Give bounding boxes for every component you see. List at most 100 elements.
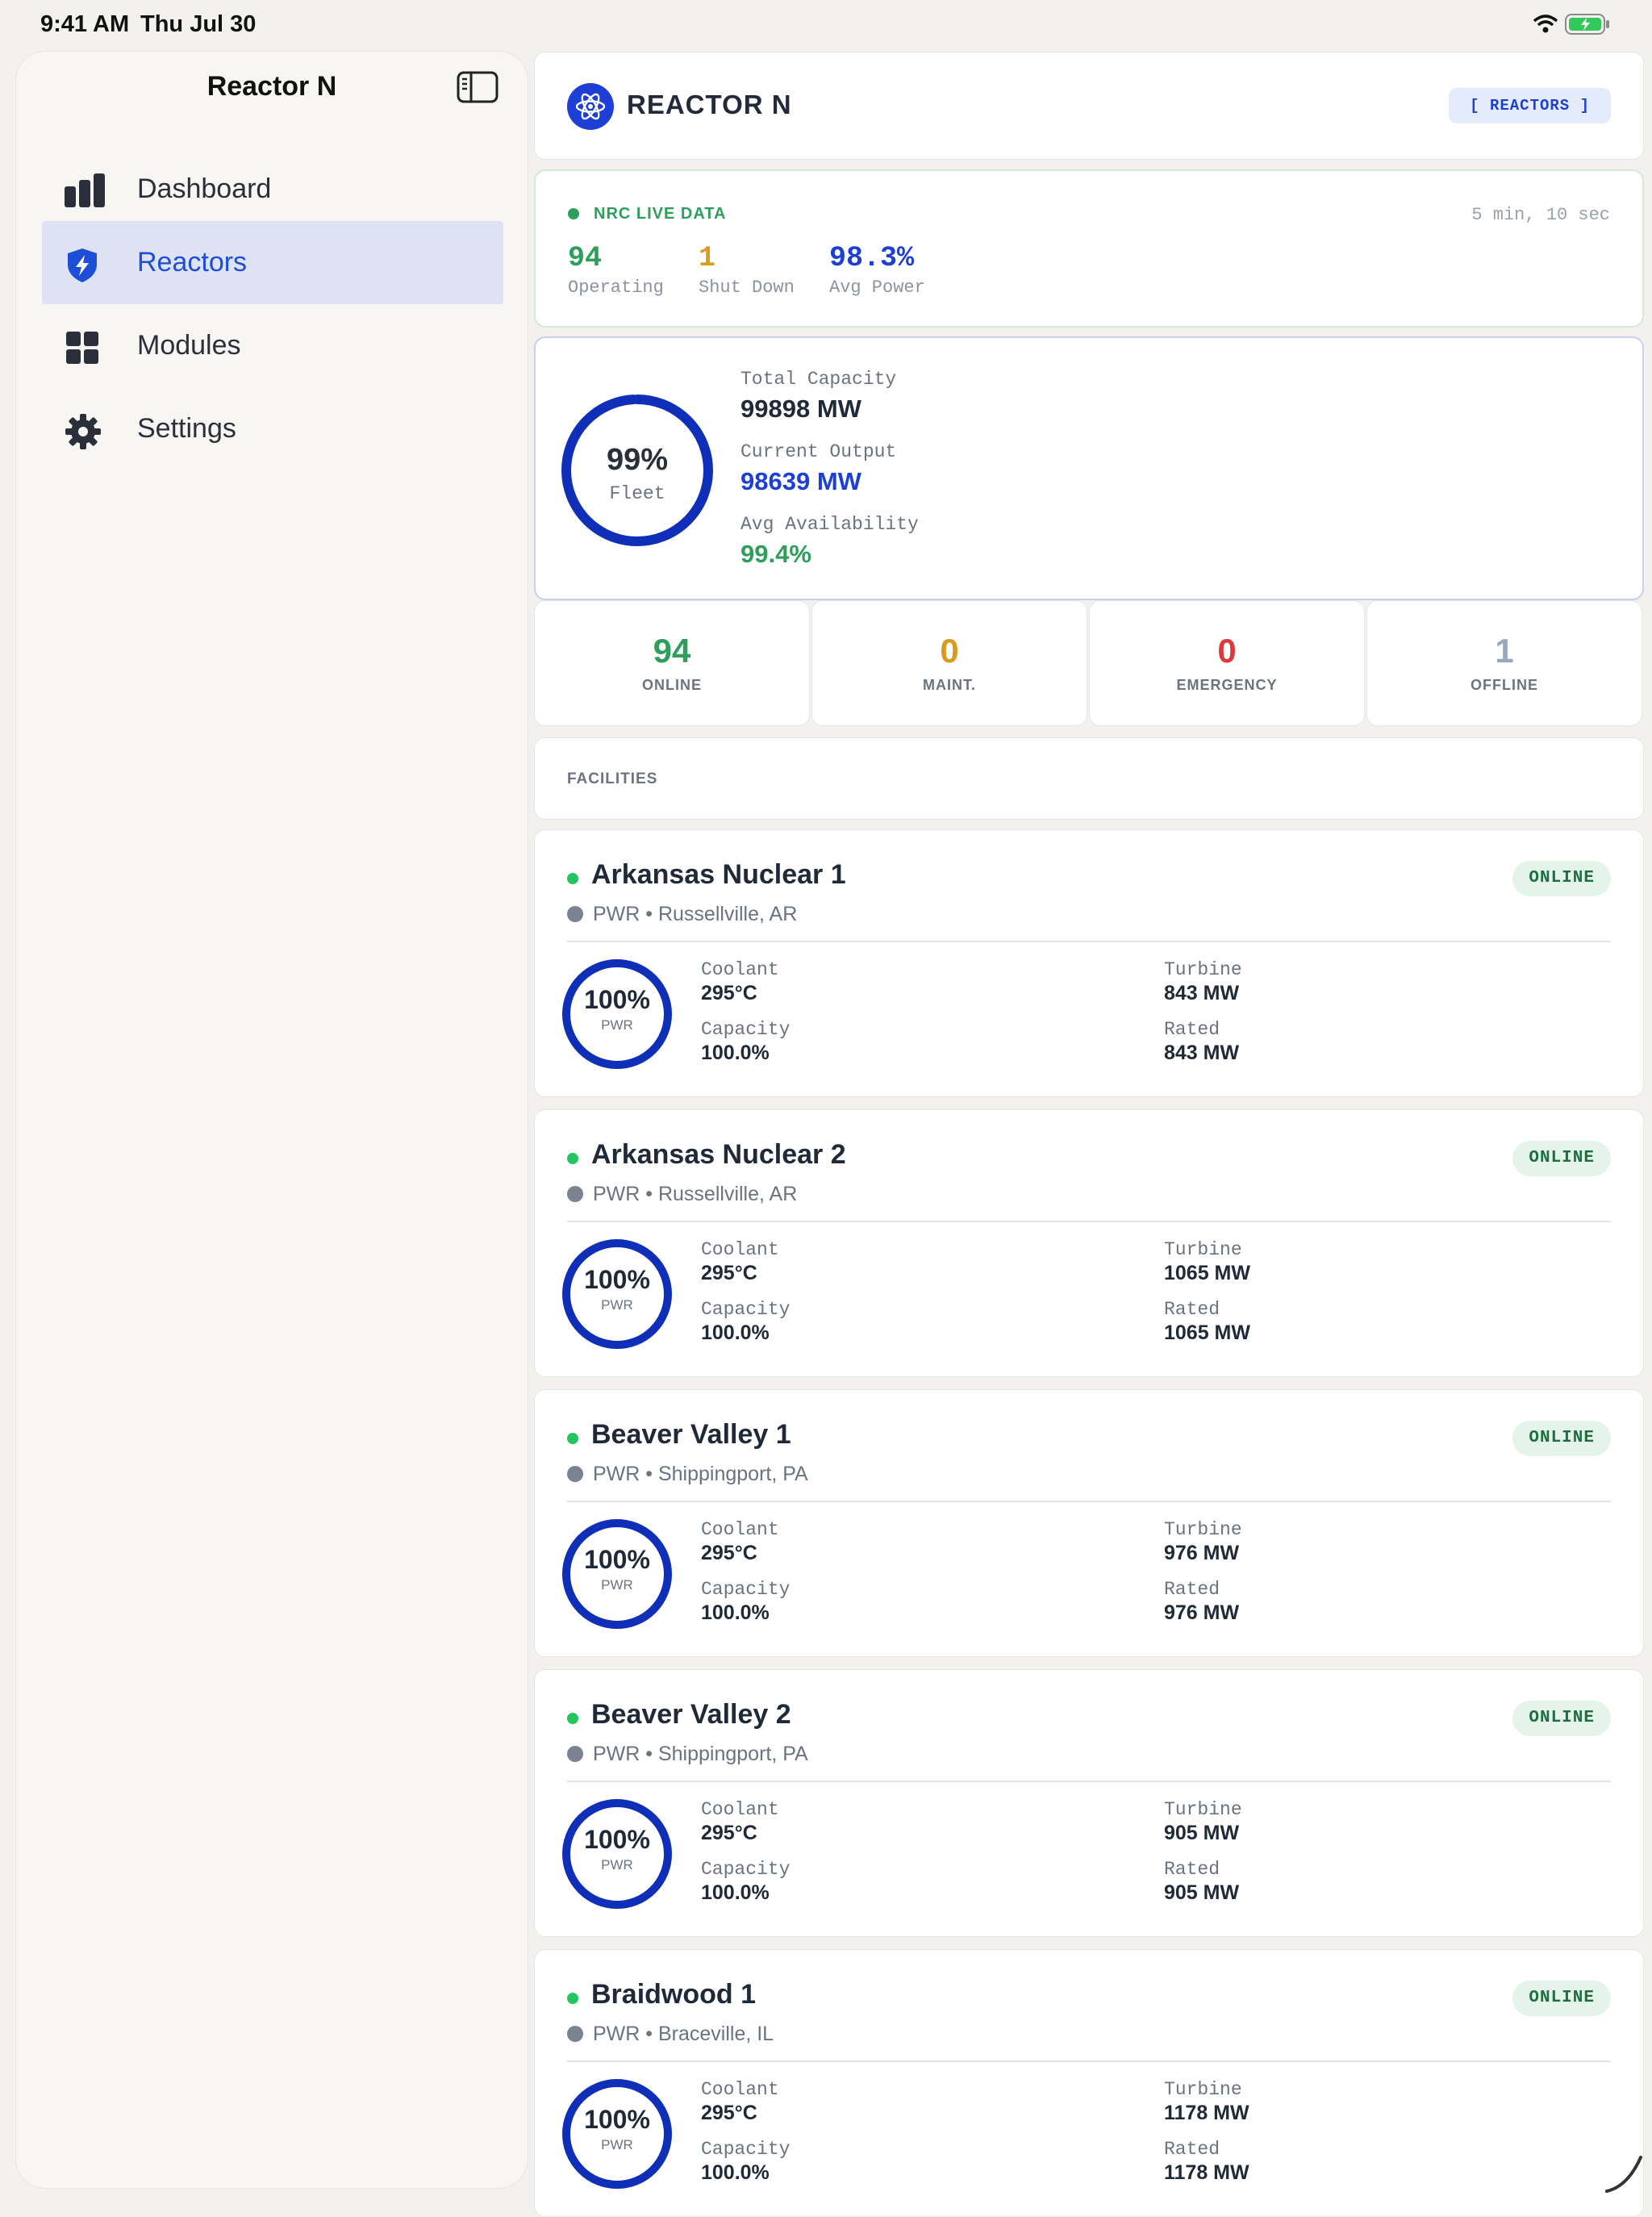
divider <box>567 1781 1611 1782</box>
reactor-type: PWR <box>601 1017 633 1033</box>
coolant-value: 295°C <box>701 1542 757 1564</box>
reactors-badge[interactable]: [ REACTORS ] <box>1449 88 1611 123</box>
tile-label: EMERGENCY <box>1176 677 1278 693</box>
tile-value: 1 <box>1495 632 1514 670</box>
turbine-label: Turbine <box>1164 1799 1242 1820</box>
output-percent: 100% <box>584 1265 650 1294</box>
reactor-name: Beaver Valley 2 <box>591 1699 791 1730</box>
shield-bolt-icon <box>65 247 100 282</box>
divider <box>567 1221 1611 1222</box>
battery-icon <box>1565 14 1610 39</box>
grid-icon <box>65 330 100 365</box>
reactor-card[interactable]: Braidwood 1 PWR • Braceville, IL ONLINE 100… <box>534 1949 1644 2217</box>
coolant-value: 295°C <box>701 1822 757 1844</box>
output-percent: 100% <box>584 2105 650 2134</box>
sidebar-item-settings[interactable]: Settings <box>42 387 503 470</box>
total-capacity-label: Total Capacity <box>740 369 897 390</box>
rated-value: 1178 MW <box>1164 2161 1249 2184</box>
live-indicator <box>568 208 579 219</box>
capacity-value: 100.0% <box>701 1881 770 1904</box>
rated-value: 976 MW <box>1164 1601 1240 1624</box>
coolant-label: Coolant <box>701 1519 779 1540</box>
rated-value: 843 MW <box>1164 1042 1240 1064</box>
sidebar-item-dashboard[interactable] <box>42 52 503 135</box>
reactor-location: PWR • Russellville, AR <box>593 1183 798 1205</box>
coolant-value: 295°C <box>701 1262 757 1284</box>
sidebar-item-dashboard[interactable]: Dashboard <box>42 148 503 231</box>
coolant-label: Coolant <box>701 1239 779 1260</box>
atom-icon <box>567 83 614 130</box>
reactor-type-icon <box>567 1466 583 1482</box>
capacity-label: Capacity <box>701 1299 791 1320</box>
reactor-name: Arkansas Nuclear 2 <box>591 1139 846 1170</box>
fleet-card: 99% Fleet Total Capacity 99898 MW Curren… <box>534 336 1644 600</box>
reactor-name: Braidwood 1 <box>591 1979 757 2010</box>
output-percent: 100% <box>584 1825 650 1854</box>
status-tile-offline[interactable]: 1 OFFLINE <box>1366 600 1642 726</box>
status-dot <box>567 1153 578 1164</box>
turbine-value: 1065 MW <box>1164 1262 1250 1284</box>
avg-availability-label: Avg Availability <box>740 514 919 535</box>
reactor-location: PWR • Shippingport, PA <box>593 1743 808 1765</box>
reactor-location: PWR • Shippingport, PA <box>593 1463 808 1485</box>
live-stat-value: 98.3% <box>829 242 915 274</box>
status-dot <box>567 1993 578 2004</box>
tile-value: 0 <box>940 632 959 670</box>
status-dot <box>567 1433 578 1444</box>
tile-label: OFFLINE <box>1471 677 1538 693</box>
coolant-label: Coolant <box>701 1799 779 1820</box>
status-bar: 9:41 AM Thu Jul 30 <box>0 0 1652 48</box>
reactor-type: PWR <box>601 1577 633 1593</box>
live-stat-operating: 94 Operating <box>568 242 664 298</box>
sidebar-item-label: Modules <box>137 330 241 361</box>
status-tile-online[interactable]: 94 ONLINE <box>534 600 810 726</box>
turbine-label: Turbine <box>1164 1239 1242 1260</box>
capacity-value: 100.0% <box>701 1042 770 1064</box>
reactor-card[interactable]: Arkansas Nuclear 1 PWR • Russellville, AR… <box>534 829 1644 1097</box>
coolant-label: Coolant <box>701 2079 779 2100</box>
sidebar-item-label: Dashboard <box>137 173 272 204</box>
reactor-card[interactable]: Beaver Valley 2 PWR • Shippingport, PA ONL… <box>534 1669 1644 1937</box>
status-tile-emergency[interactable]: 0 EMERGENCY <box>1089 600 1365 726</box>
tile-label: ONLINE <box>641 677 702 693</box>
current-output-value: 98639 MW <box>740 467 861 495</box>
status-time: 9:41 AM <box>40 11 130 37</box>
turbine-label: Turbine <box>1164 959 1242 980</box>
tile-label: MAINT. <box>923 677 976 693</box>
turbine-value: 976 MW <box>1164 1542 1240 1564</box>
live-stat-shutdown: 1 Shut Down <box>699 242 795 298</box>
fleet-percent: 99% <box>606 443 669 477</box>
wifi-icon <box>1533 15 1558 38</box>
live-stat-caption: Shut Down <box>699 278 795 298</box>
divider <box>567 1501 1611 1502</box>
reactor-type-icon <box>567 1186 583 1202</box>
status-dot <box>567 1713 578 1724</box>
turbine-value: 843 MW <box>1164 982 1240 1004</box>
fleet-label: Fleet <box>609 483 665 504</box>
reactor-type-icon <box>567 1746 583 1762</box>
live-stat-avg-power: 98.3% Avg Power <box>829 242 925 298</box>
gear-icon <box>65 413 101 449</box>
reactor-card[interactable]: Beaver Valley 1 PWR • Shippingport, PA ONL… <box>534 1389 1644 1657</box>
sidebar-item-label: Reactors <box>137 247 248 278</box>
capacity-label: Capacity <box>701 1579 791 1600</box>
status-date: Thu Jul 30 <box>140 11 257 37</box>
total-capacity-value: 99898 MW <box>740 395 861 423</box>
turbine-value: 905 MW <box>1164 1822 1240 1844</box>
rated-value: 1065 MW <box>1164 1321 1250 1344</box>
reactor-type-icon <box>567 906 583 922</box>
capacity-value: 100.0% <box>701 2161 770 2184</box>
turbine-label: Turbine <box>1164 2079 1242 2100</box>
sidebar: Reactor N Dashboard Reactors Modules Set… <box>16 52 528 2188</box>
reactor-type: PWR <box>601 1857 633 1873</box>
status-tile-maint[interactable]: 0 MAINT. <box>811 600 1087 726</box>
avg-availability-value: 99.4% <box>740 540 811 568</box>
turbine-label: Turbine <box>1164 1519 1242 1540</box>
live-data-card: NRC LIVE DATA 5 min, 10 sec 94 Operating… <box>534 169 1644 328</box>
status-badge: ONLINE <box>1512 1421 1611 1456</box>
status-badge: ONLINE <box>1512 1141 1611 1176</box>
sidebar-item-modules[interactable]: Modules <box>42 304 503 387</box>
sidebar-item-reactors[interactable]: Reactors <box>42 221 503 304</box>
current-output-label: Current Output <box>740 441 897 462</box>
reactor-card[interactable]: Arkansas Nuclear 2 PWR • Russellville, AR… <box>534 1109 1644 1377</box>
